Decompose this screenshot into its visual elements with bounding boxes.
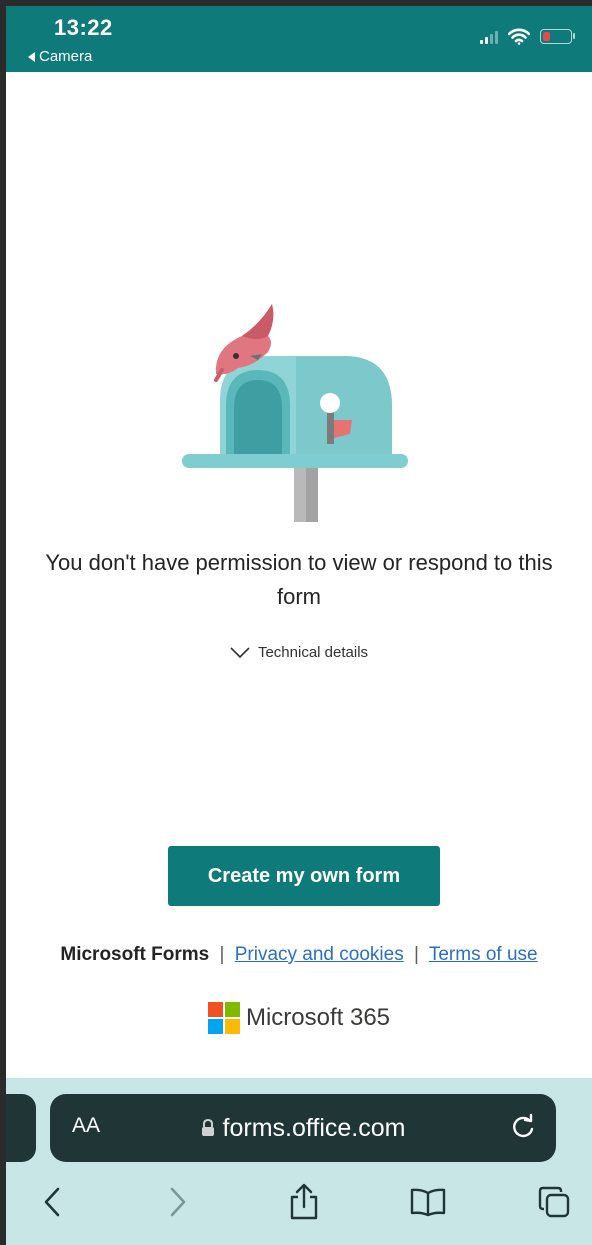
forward-icon	[170, 1187, 186, 1217]
create-my-own-form-button[interactable]: Create my own form	[168, 846, 440, 906]
footer-separator: |	[413, 944, 419, 965]
share-icon	[290, 1183, 318, 1220]
lock-icon	[201, 1119, 214, 1136]
bookmarks-button[interactable]	[408, 1182, 448, 1222]
tabs-button[interactable]	[534, 1182, 574, 1222]
back-triangle-icon	[28, 51, 35, 62]
share-button[interactable]	[284, 1182, 324, 1222]
back-to-camera-link[interactable]: Camera	[28, 48, 92, 65]
app-frame: 13:22 Camera You don't have permission t…	[6, 6, 592, 1245]
mailbox-illustration	[182, 304, 408, 522]
microsoft-365-label: Microsoft 365	[245, 1004, 391, 1031]
back-icon	[44, 1187, 60, 1217]
address-bar[interactable]: AA forms.office.com	[50, 1094, 556, 1162]
forward-button[interactable]	[158, 1182, 198, 1222]
url-text: forms.office.com	[222, 1113, 406, 1142]
permission-message: You don't have permission to view or res…	[45, 550, 553, 609]
bookmarks-icon	[410, 1188, 446, 1217]
technical-details-toggle[interactable]: Technical details	[6, 644, 592, 661]
technical-details-label: Technical details	[257, 644, 369, 661]
wifi-icon	[508, 28, 530, 45]
url-display[interactable]: forms.office.com	[50, 1094, 556, 1162]
microsoft-logo-icon	[207, 1002, 240, 1034]
back-button[interactable]	[32, 1182, 72, 1222]
browser-nav-row	[6, 1178, 592, 1228]
status-time: 13:22	[54, 15, 113, 40]
reload-icon[interactable]	[508, 1112, 538, 1142]
battery-icon	[540, 29, 575, 44]
microsoft-forms-brand: Microsoft Forms	[60, 944, 210, 965]
footer-separator: |	[219, 944, 225, 965]
privacy-cookies-link[interactable]: Privacy and cookies	[235, 944, 404, 965]
terms-of-use-link[interactable]: Terms of use	[429, 944, 538, 965]
status-bar: 13:22 Camera	[6, 6, 592, 72]
signal-icon	[480, 30, 498, 44]
tabs-icon	[538, 1186, 570, 1218]
back-label: Camera	[39, 48, 93, 65]
footer-links: Microsoft Forms | Privacy and cookies | …	[6, 944, 592, 966]
status-icons	[480, 28, 575, 45]
browser-toolbar: AA forms.office.com	[6, 1078, 592, 1245]
previous-tab-preview[interactable]	[6, 1094, 36, 1162]
microsoft-365-branding: Microsoft 365	[6, 1002, 592, 1034]
chevron-down-icon	[230, 646, 250, 658]
